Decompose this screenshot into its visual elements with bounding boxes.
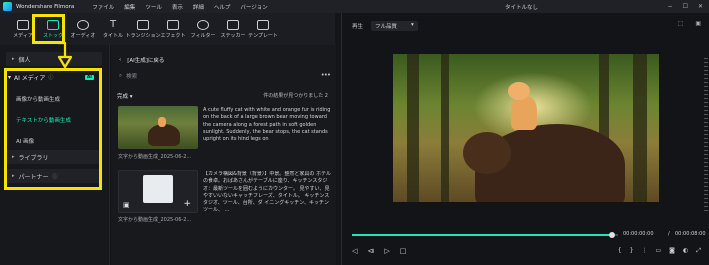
window-controls: − ☐ ✕ (668, 3, 703, 10)
current-time: 00:00:00:00 (623, 231, 654, 237)
player-label: 再生 (352, 24, 364, 30)
annotation-arrow-icon (57, 42, 73, 68)
preview-video[interactable] (393, 54, 659, 202)
tab-filter[interactable]: フィルター (188, 15, 218, 43)
card-description: A cute fluffy cat with white and orange … (203, 107, 331, 143)
document-title: タイトルなし (505, 4, 539, 11)
bear-shape (148, 124, 180, 146)
play-icon[interactable]: ▷ (384, 247, 389, 255)
menu-advanced[interactable]: 詳細 (193, 3, 204, 11)
playback-controls: ◁ ⧏ ▷ □ (352, 247, 406, 255)
display-icon[interactable]: ▭ (655, 247, 661, 255)
player-header-icons: ⬚ ▣ (678, 20, 701, 27)
card-caption: 文字から動画生成_2025-06-2... (118, 154, 192, 160)
stock-tab-highlight (32, 14, 65, 44)
tree (407, 54, 419, 202)
add-icon[interactable]: + (183, 199, 191, 209)
stop-icon[interactable]: □ (400, 247, 407, 255)
chevron-right-icon: ▸ (12, 56, 15, 62)
crop-icon[interactable]: ⬚ (678, 20, 684, 27)
transition-icon (137, 19, 149, 30)
step-back-icon[interactable]: ⧏ (367, 247, 374, 255)
tab-title[interactable]: T タイトル (98, 15, 128, 43)
total-time: 00:00:08:00 (675, 231, 706, 237)
template-icon (257, 19, 269, 30)
filmora-logo-icon (3, 2, 12, 11)
more-options-icon[interactable]: ••• (321, 71, 331, 79)
effect-icon (167, 19, 179, 30)
player-tools: { } ⋮ ▭ ◙ ◐ ⤢ (618, 247, 701, 255)
menu-help[interactable]: ヘルプ (214, 3, 231, 11)
menu-view[interactable]: 表示 (172, 3, 183, 11)
tab-effect[interactable]: エフェクト (158, 15, 188, 43)
filter-icon (197, 19, 209, 30)
tab-sticker[interactable]: ステッカー (218, 15, 248, 43)
breadcrumb[interactable]: ‹ [AI生成]に戻る (119, 56, 164, 64)
minimize-icon[interactable]: − (668, 3, 673, 10)
audio-icon (77, 19, 89, 30)
time-separator: / (668, 231, 670, 237)
sticker-icon (227, 19, 239, 30)
preview-player: 再生 フル品質 ▾ ⬚ ▣ 00:00:00:00 / 00:00:08:00 ◁… (341, 13, 709, 265)
ai-media-highlight (4, 68, 102, 190)
video-thumbnail-kitchen[interactable]: ▣ + (118, 170, 198, 213)
menu-file[interactable]: ファイル (92, 3, 114, 11)
video-thumbnail-bear-cat[interactable] (118, 106, 198, 149)
card-description: 【カメラ構図&背景（背景）】中景。整然と家具の ホテルの食卓。おばあさんがテーブ… (203, 171, 331, 214)
search-input[interactable]: ⌕ 検索 (119, 71, 334, 81)
cat-shape (158, 117, 166, 127)
title-bar: Wondershare Filmora ファイル 編集 ツール 表示 詳細 ヘル… (0, 0, 709, 13)
menu-bar: ファイル 編集 ツール 表示 詳細 ヘルプ バージョン (92, 3, 267, 11)
media-icon (17, 19, 29, 30)
app-name: Wondershare Filmora (16, 3, 75, 10)
tab-transition[interactable]: トランジション (126, 15, 161, 43)
film-icon: ▣ (123, 201, 130, 209)
menu-tools[interactable]: ツール (145, 3, 162, 11)
snapshot-icon[interactable]: ▣ (695, 20, 701, 27)
tab-audio[interactable]: オーディオ (68, 15, 98, 43)
card-caption: 文字から動画生成_2025-06-2... (118, 217, 192, 223)
result-count: 件の結果が見つかりました 2 (263, 93, 328, 99)
thumbnail-image (143, 175, 173, 203)
tab-template[interactable]: テンプレート (248, 15, 278, 43)
volume-icon[interactable]: ◐ (683, 247, 688, 255)
camera-icon[interactable]: ◙ (669, 247, 675, 255)
bear-head-shape (463, 132, 511, 174)
more-icon[interactable]: ⋮ (641, 247, 647, 255)
title-icon: T (109, 18, 117, 30)
mark-out-icon[interactable]: } (630, 247, 634, 255)
maximize-icon[interactable]: ☐ (683, 3, 688, 10)
menu-edit[interactable]: 編集 (124, 3, 135, 11)
cat-head-shape (508, 82, 530, 100)
fullscreen-icon[interactable]: ⤢ (696, 247, 701, 255)
mark-in-icon[interactable]: { (618, 247, 622, 255)
cat-shape (511, 96, 537, 130)
progress-remaining (615, 234, 618, 236)
player-header: 再生 フル品質 ▾ (352, 21, 418, 31)
volume-meter (704, 58, 708, 213)
back-arrow-icon[interactable]: ‹ (119, 57, 121, 63)
previous-frame-icon[interactable]: ◁ (352, 247, 357, 255)
filter-dropdown[interactable]: 完成 ▾ (117, 92, 133, 100)
search-icon: ⌕ (119, 72, 123, 79)
tree (633, 54, 647, 202)
media-browser: ‹ [AI生成]に戻る ⌕ 検索 ••• 完成 ▾ 件の結果が見つかりました 2… (111, 45, 336, 265)
tree (441, 54, 449, 202)
progress-bar[interactable] (352, 234, 610, 236)
sidebar-item-personal[interactable]: ▸ 個人 (6, 52, 102, 66)
close-icon[interactable]: ✕ (698, 3, 703, 10)
chevron-down-icon: ▾ (411, 22, 414, 28)
quality-dropdown[interactable]: フル品質 ▾ (371, 21, 418, 31)
menu-version[interactable]: バージョン (240, 3, 267, 11)
